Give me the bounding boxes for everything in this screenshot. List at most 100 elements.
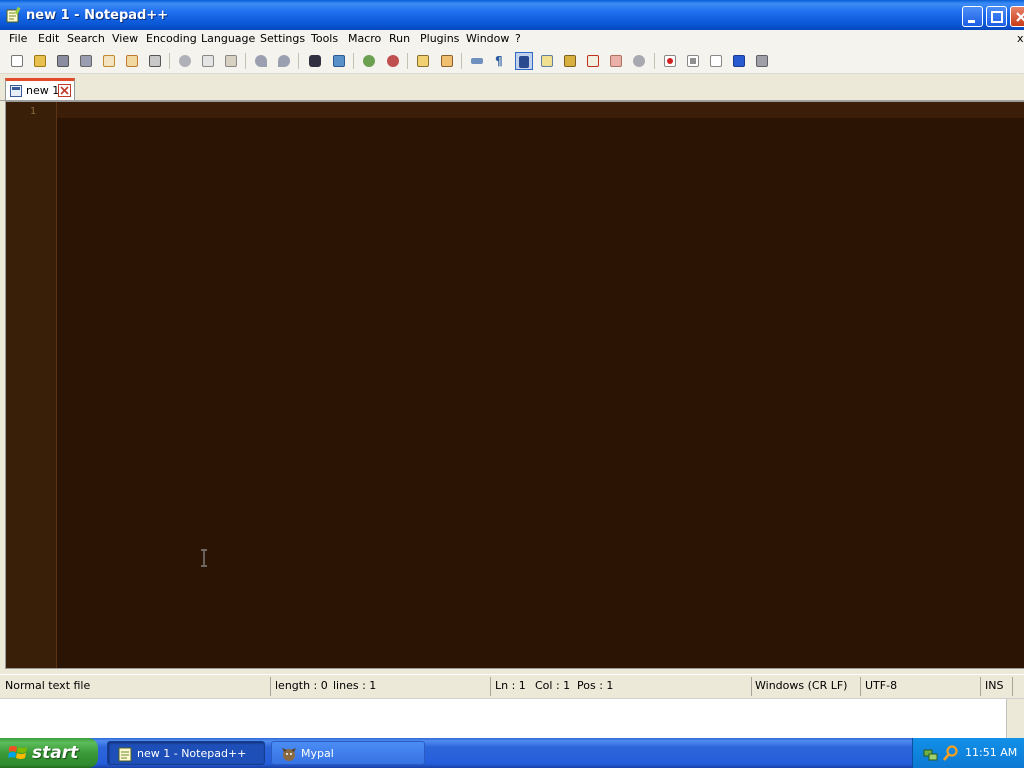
status-col: Col : 1 — [535, 679, 571, 692]
maximize-icon — [991, 11, 1003, 23]
close-document-button[interactable]: x — [1017, 32, 1024, 45]
save-macro-icon[interactable] — [753, 52, 771, 70]
menu-bar: File Edit Search View Encoding Language … — [0, 30, 1024, 49]
tab-close-button[interactable] — [58, 84, 71, 97]
toolbar-separator — [461, 53, 462, 69]
save-icon[interactable] — [54, 52, 72, 70]
editor-text-area[interactable]: 1 — [5, 101, 1024, 669]
search-icon[interactable] — [943, 745, 959, 761]
toolbar-separator — [654, 53, 655, 69]
play-macro-icon[interactable] — [707, 52, 725, 70]
text-cursor-icon — [201, 549, 207, 567]
status-insert-mode[interactable]: INS — [985, 679, 1003, 692]
menu-encoding[interactable]: Encoding — [146, 32, 197, 45]
window-title: new 1 - Notepad++ — [26, 8, 169, 23]
menu-language[interactable]: Language — [201, 32, 255, 45]
stop-record-icon[interactable] — [684, 52, 702, 70]
network-icon[interactable] — [923, 745, 939, 761]
windows-logo-icon — [8, 746, 27, 759]
indent-guide-icon[interactable] — [515, 52, 533, 70]
print-icon[interactable] — [146, 52, 164, 70]
status-ln: Ln : 1 — [495, 679, 526, 692]
menu-edit[interactable]: Edit — [38, 32, 59, 45]
toolbar-separator — [407, 53, 408, 69]
status-divider — [751, 677, 752, 696]
copy-icon[interactable] — [199, 52, 217, 70]
close-icon[interactable] — [100, 52, 118, 70]
maximize-button[interactable] — [986, 6, 1007, 27]
word-wrap-icon[interactable] — [468, 52, 486, 70]
menu-plugins[interactable]: Plugins — [420, 32, 459, 45]
menu-search[interactable]: Search — [67, 32, 105, 45]
run-macro-multiple-icon[interactable] — [730, 52, 748, 70]
zoom-out-icon[interactable] — [384, 52, 402, 70]
title-bar[interactable]: new 1 - Notepad++ — [0, 0, 1024, 30]
start-label: start — [32, 743, 79, 763]
close-icon — [1016, 12, 1024, 22]
notepad-plus-plus-app-icon[interactable] — [5, 7, 21, 23]
toolbar-separator — [245, 53, 246, 69]
toolbar-separator — [353, 53, 354, 69]
minimize-button[interactable] — [962, 6, 983, 27]
menu-view[interactable]: View — [112, 32, 138, 45]
menu-run[interactable]: Run — [389, 32, 410, 45]
tab-label: new 1 — [26, 84, 60, 97]
zoom-in-icon[interactable] — [360, 52, 378, 70]
menu-window[interactable]: Window — [466, 32, 509, 45]
find-icon[interactable] — [306, 52, 324, 70]
sync-vertical-icon[interactable] — [414, 52, 432, 70]
document-saved-icon — [10, 85, 22, 97]
save-all-icon[interactable] — [77, 52, 95, 70]
status-pos: Pos : 1 — [577, 679, 614, 692]
mypal-browser-icon — [282, 748, 296, 761]
status-divider — [490, 677, 491, 696]
clock[interactable]: 11:51 AM — [965, 746, 1017, 759]
status-length: length : 0 — [275, 679, 328, 692]
taskbar-item-mypal[interactable]: Mypal — [271, 741, 425, 765]
toolbar-separator — [169, 53, 170, 69]
record-macro-icon[interactable] — [661, 52, 679, 70]
doc-switcher-icon[interactable] — [607, 52, 625, 70]
line-number-gutter[interactable]: 1 — [6, 102, 57, 668]
menu-macro[interactable]: Macro — [348, 32, 381, 45]
close-all-icon[interactable] — [123, 52, 141, 70]
menu-settings[interactable]: Settings — [260, 32, 305, 45]
tab-new-1[interactable]: new 1 — [5, 78, 75, 100]
screen: new 1 - Notepad++ File Edit Search View … — [0, 0, 1024, 768]
current-line-highlight — [57, 102, 1024, 118]
open-file-icon[interactable] — [31, 52, 49, 70]
tab-bar: new 1 — [0, 74, 1024, 101]
status-bar: Normal text file length : 0 lines : 1 Ln… — [0, 674, 1024, 697]
undo-icon[interactable] — [252, 52, 270, 70]
status-file-type: Normal text file — [5, 679, 91, 692]
redo-icon[interactable] — [275, 52, 293, 70]
replace-icon[interactable] — [330, 52, 348, 70]
show-all-chars-icon[interactable]: ¶ — [492, 52, 510, 70]
scrollbar[interactable] — [1006, 699, 1024, 739]
sync-horizontal-icon[interactable] — [438, 52, 456, 70]
start-button[interactable]: start — [0, 738, 98, 768]
toolbar-separator — [298, 53, 299, 69]
folder-workspace-icon[interactable] — [584, 52, 602, 70]
new-file-icon[interactable] — [8, 52, 26, 70]
taskbar-item-label: new 1 - Notepad++ — [137, 747, 247, 760]
toolbar: ¶ — [0, 49, 1024, 74]
menu-help[interactable]: ? — [515, 32, 521, 45]
status-divider — [1012, 677, 1013, 696]
minimize-icon — [968, 20, 975, 23]
cut-icon[interactable] — [176, 52, 194, 70]
status-divider — [860, 677, 861, 696]
close-window-button[interactable] — [1010, 6, 1024, 27]
status-encoding[interactable]: UTF-8 — [865, 679, 897, 692]
taskbar-item-notepad[interactable]: new 1 - Notepad++ — [107, 741, 265, 765]
background-window — [0, 698, 1024, 739]
menu-tools[interactable]: Tools — [311, 32, 338, 45]
doc-map-icon[interactable] — [538, 52, 556, 70]
status-eol[interactable]: Windows (CR LF) — [755, 679, 847, 692]
notepad-plus-plus-icon — [118, 747, 132, 762]
taskbar: start new 1 - Notepad++ Mypal 11:51 AM — [0, 738, 1024, 768]
paste-icon[interactable] — [222, 52, 240, 70]
menu-file[interactable]: File — [9, 32, 27, 45]
function-list-icon[interactable] — [561, 52, 579, 70]
monitoring-icon[interactable] — [630, 52, 648, 70]
